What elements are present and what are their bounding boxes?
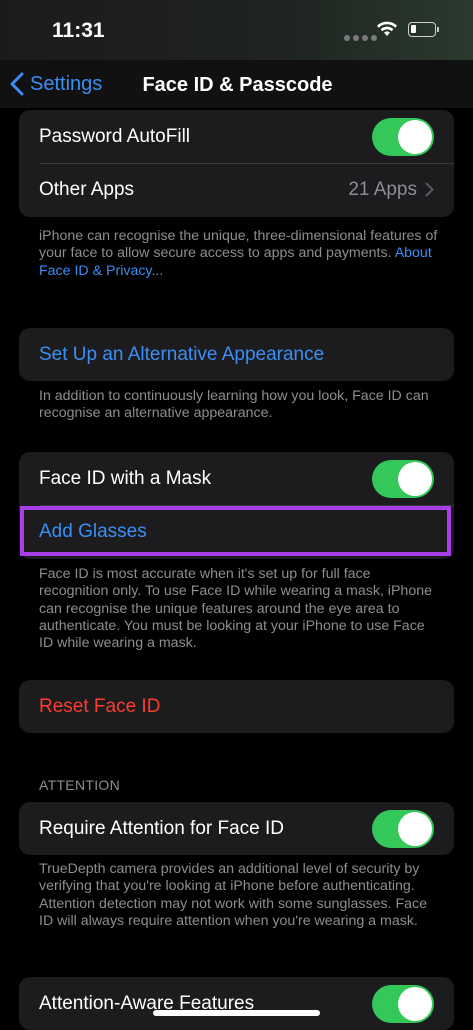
autofill-group: Password AutoFill Other Apps 21 Apps bbox=[19, 110, 454, 217]
status-bar: 11:31 bbox=[0, 0, 473, 60]
other-apps-value: 21 Apps bbox=[348, 178, 417, 200]
attention-aware-toggle[interactable] bbox=[372, 984, 434, 1023]
require-attention-label: Require Attention for Face ID bbox=[39, 817, 285, 839]
attention-group: Require Attention for Face ID bbox=[19, 802, 454, 855]
alternative-appearance-description: In addition to continuously learning how… bbox=[39, 388, 429, 422]
chevron-right-icon bbox=[425, 182, 434, 197]
page-title: Face ID & Passcode bbox=[142, 74, 333, 96]
face-id-description: iPhone can recognise the unique, three-d… bbox=[39, 228, 438, 279]
face-id-mask-row: Face ID with a Mask bbox=[19, 452, 454, 505]
require-attention-row: Require Attention for Face ID bbox=[19, 802, 454, 855]
battery-cap bbox=[437, 27, 439, 32]
battery-icon bbox=[408, 22, 436, 37]
attention-aware-row: Attention-Aware Features bbox=[19, 977, 454, 1030]
password-autofill-row: Password AutoFill bbox=[19, 110, 454, 163]
reset-face-id-button[interactable]: Reset Face ID bbox=[39, 696, 434, 718]
attention-description: TrueDepth camera provides an additional … bbox=[39, 861, 427, 929]
password-autofill-toggle[interactable] bbox=[372, 117, 434, 156]
mask-group: Face ID with a Mask Add Glasses bbox=[19, 452, 454, 559]
add-glasses-button[interactable]: Add Glasses bbox=[39, 521, 434, 543]
other-apps-row[interactable]: Other Apps 21 Apps bbox=[19, 163, 454, 216]
status-time: 11:31 bbox=[52, 19, 105, 42]
mask-description: Face ID is most accurate when it's set u… bbox=[39, 566, 432, 652]
alternative-appearance-button[interactable]: Set Up an Alternative Appearance bbox=[39, 344, 434, 366]
password-autofill-label: Password AutoFill bbox=[39, 125, 191, 147]
navigation-bar: Settings Face ID & Passcode bbox=[0, 60, 473, 108]
other-apps-label: Other Apps bbox=[39, 178, 135, 200]
home-indicator[interactable] bbox=[153, 1010, 320, 1016]
signal-dots-icon bbox=[344, 28, 380, 46]
attention-header: ATTENTION bbox=[39, 777, 120, 793]
add-glasses-row[interactable]: Add Glasses bbox=[19, 505, 454, 558]
attention-aware-group: Attention-Aware Features bbox=[19, 977, 454, 1030]
alternative-appearance-row[interactable]: Set Up an Alternative Appearance bbox=[19, 328, 454, 381]
require-attention-toggle[interactable] bbox=[372, 809, 434, 848]
reset-group: Reset Face ID bbox=[19, 680, 454, 733]
face-id-mask-label: Face ID with a Mask bbox=[39, 467, 212, 489]
face-id-mask-toggle[interactable] bbox=[372, 459, 434, 498]
alternative-appearance-group: Set Up an Alternative Appearance bbox=[19, 328, 454, 381]
reset-face-id-row[interactable]: Reset Face ID bbox=[19, 680, 454, 733]
wifi-icon bbox=[376, 20, 398, 42]
